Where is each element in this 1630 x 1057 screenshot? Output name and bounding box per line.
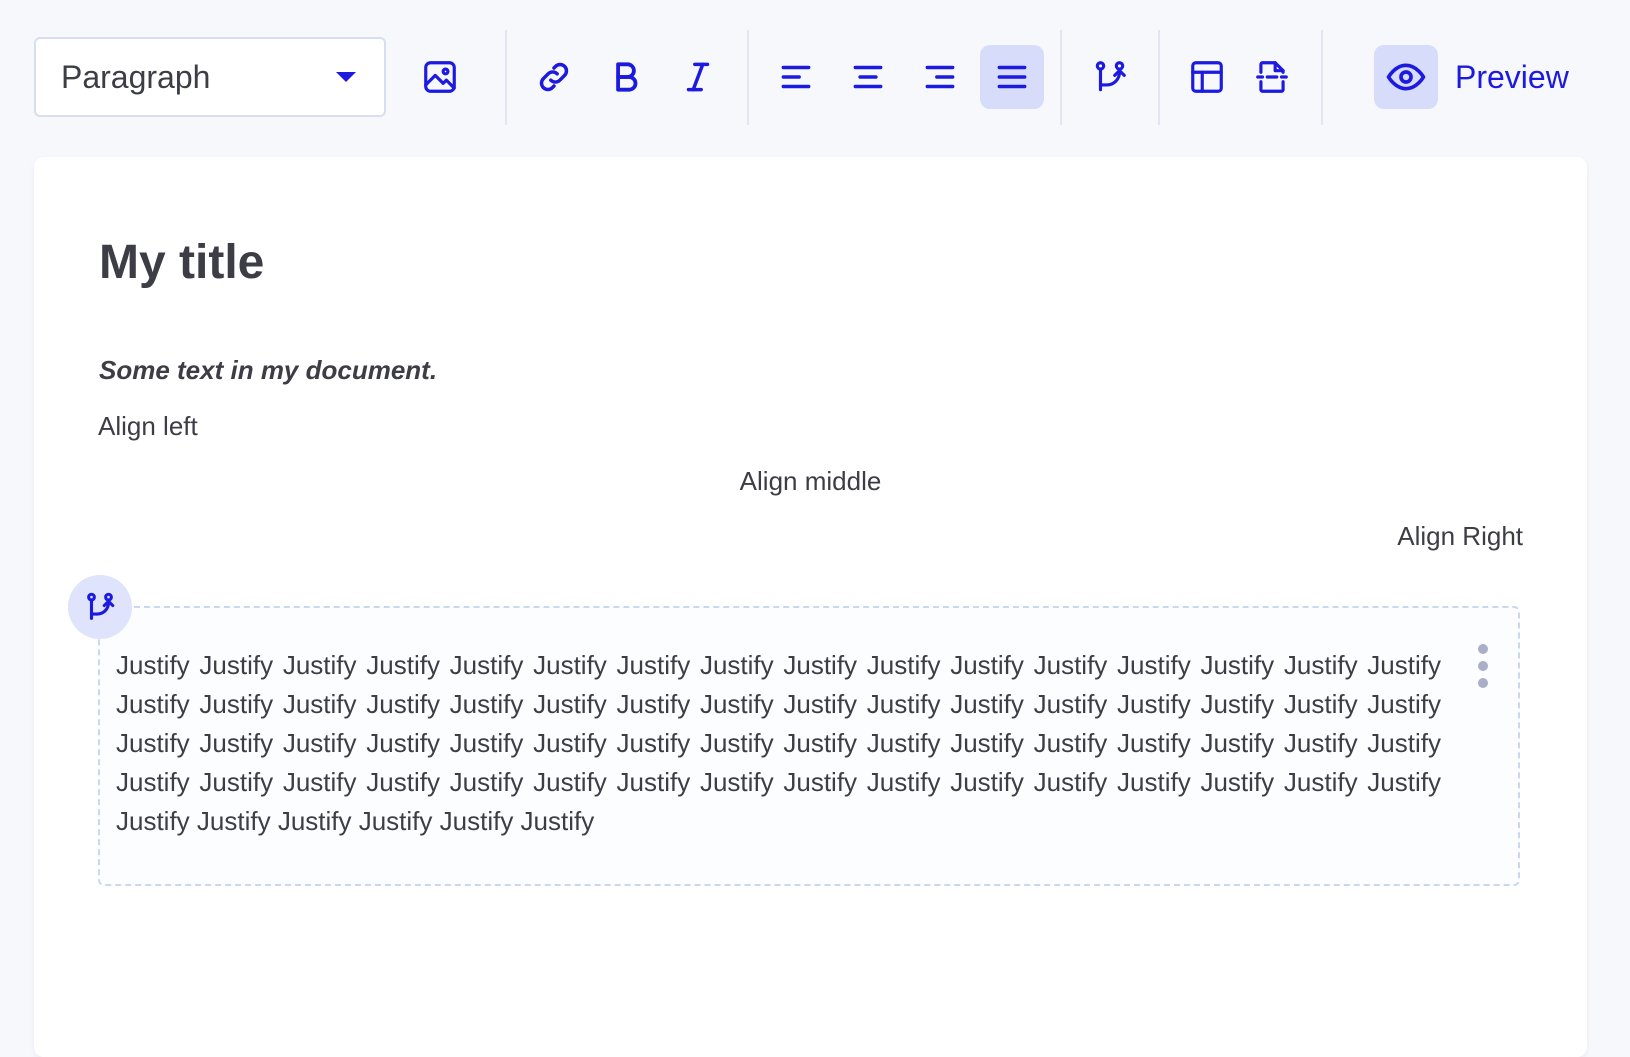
eye-icon <box>1386 63 1426 91</box>
paragraph-align-middle[interactable]: Align middle <box>34 466 1587 497</box>
caret-down-icon <box>336 72 356 82</box>
link-icon <box>539 62 569 92</box>
git-branch-icon <box>87 592 115 620</box>
link-button[interactable] <box>522 45 586 109</box>
page-break-icon <box>1256 61 1288 93</box>
block-type-select-value: Paragraph <box>61 58 211 95</box>
conditional-block-handle[interactable] <box>68 575 132 639</box>
align-justify-icon <box>997 65 1027 89</box>
git-branch-icon <box>1095 61 1126 92</box>
kebab-dot-icon <box>1478 644 1488 654</box>
align-right-button[interactable] <box>908 45 972 109</box>
insert-table-button[interactable] <box>1175 45 1239 109</box>
bold-icon <box>616 62 638 92</box>
document-subtitle[interactable]: Some text in my document. <box>99 355 437 386</box>
preview-eye-container <box>1374 45 1438 109</box>
paragraph-align-left[interactable]: Align left <box>98 411 198 442</box>
italic-button[interactable] <box>666 45 730 109</box>
conditional-block-button[interactable] <box>1078 45 1142 109</box>
italic-icon <box>686 62 710 92</box>
bold-button[interactable] <box>594 45 658 109</box>
page-break-button[interactable] <box>1240 45 1304 109</box>
align-center-icon <box>853 65 883 89</box>
paragraph-align-right[interactable]: Align Right <box>1397 521 1523 552</box>
kebab-dot-icon <box>1478 678 1488 688</box>
align-right-icon <box>925 65 955 89</box>
image-icon <box>424 61 456 93</box>
conditional-block[interactable]: Justify Justify Justify Justify Justify … <box>98 606 1520 886</box>
align-center-button[interactable] <box>836 45 900 109</box>
block-type-select[interactable]: Paragraph <box>34 37 386 117</box>
align-justify-button[interactable] <box>980 45 1044 109</box>
preview-label: Preview <box>1455 58 1569 95</box>
kebab-dot-icon <box>1478 661 1488 671</box>
align-left-icon <box>781 65 811 89</box>
table-icon <box>1191 61 1223 93</box>
document-title[interactable]: My title <box>99 235 264 290</box>
align-left-button[interactable] <box>764 45 828 109</box>
document-canvas[interactable]: My title Some text in my document. Align… <box>34 157 1587 1057</box>
insert-image-button[interactable] <box>408 45 472 109</box>
block-options-menu[interactable] <box>1476 644 1490 688</box>
preview-button[interactable]: Preview <box>1374 45 1569 109</box>
justify-paragraph[interactable]: Justify Justify Justify Justify Justify … <box>116 646 1441 841</box>
editor-toolbar: Paragraph Preview <box>0 0 1630 155</box>
